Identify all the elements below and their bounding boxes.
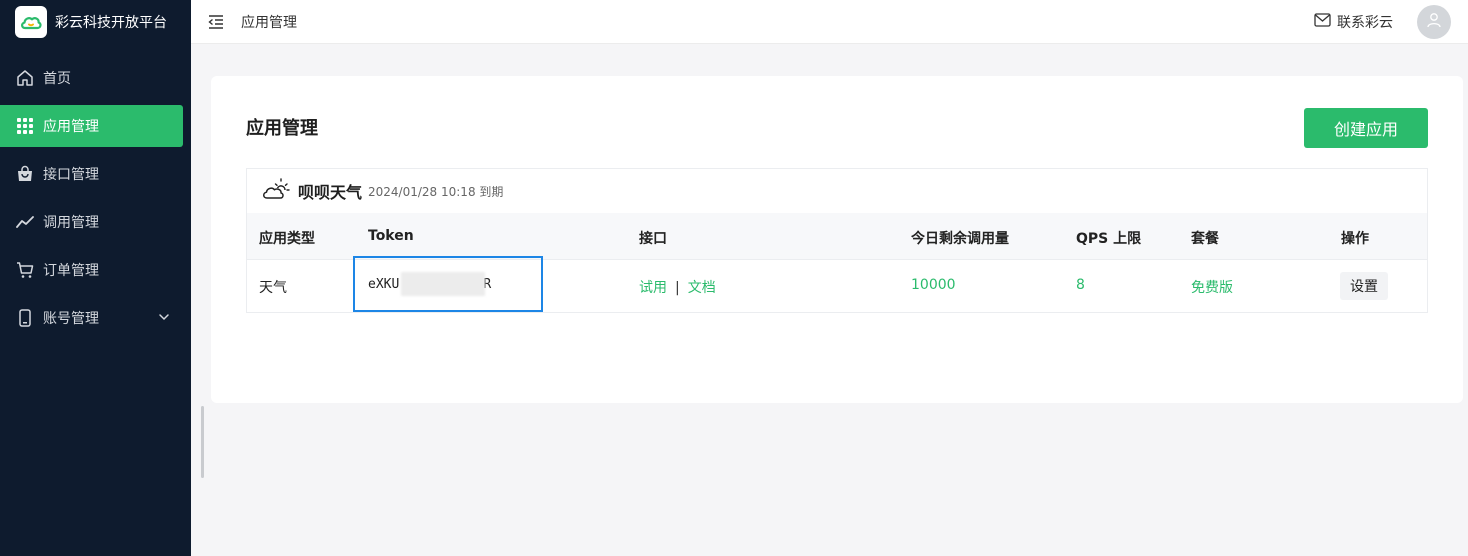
column-header-qps: QPS 上限 — [1076, 231, 1142, 247]
column-header-plan: 套餐 — [1191, 231, 1219, 247]
column-header-type: 应用类型 — [259, 231, 315, 247]
cell-type: 天气 — [259, 280, 287, 296]
brand-name: 彩云科技开放平台 — [55, 15, 167, 31]
sidebar-item-call-management[interactable]: 调用管理 — [0, 201, 183, 243]
sidebar-item-label: 首页 — [43, 71, 71, 87]
cell-api: 试用 | 文档 — [639, 277, 716, 297]
sidebar-item-home[interactable]: 首页 — [0, 57, 183, 99]
bag-icon — [16, 165, 34, 183]
token-mask — [401, 272, 486, 296]
sidebar-item-account-management[interactable]: 账号管理 — [0, 297, 183, 339]
settings-button[interactable]: 设置 — [1340, 272, 1388, 300]
chevron-down-icon — [157, 310, 171, 328]
token-field[interactable]: eXKU R — [353, 256, 543, 312]
home-icon — [16, 69, 34, 87]
sidebar: 彩云科技开放平台 首页 应用管理 接口管理 调用管理 订单管理 账号管理 — [0, 0, 191, 556]
cloud-logo-icon — [15, 6, 47, 38]
breadcrumb[interactable]: 应用管理 — [241, 12, 297, 32]
content-card: 应用管理 创建应用 呗呗天气 2024/01/28 10:18 到期 应用类型 … — [211, 76, 1463, 403]
sidebar-menu: 首页 应用管理 接口管理 调用管理 订单管理 账号管理 — [0, 57, 191, 345]
weather-cloud-icon — [261, 177, 291, 205]
trend-icon — [16, 213, 34, 231]
cart-icon — [16, 261, 34, 279]
sidebar-item-label: 接口管理 — [43, 167, 99, 183]
top-header: 应用管理 联系彩云 — [191, 0, 1468, 44]
sidebar-item-label: 订单管理 — [43, 263, 99, 279]
column-header-action: 操作 — [1341, 231, 1369, 247]
sidebar-item-api-management[interactable]: 接口管理 — [0, 153, 183, 195]
column-header-token: Token — [368, 228, 414, 244]
app-expiry: 2024/01/28 10:18 到期 — [368, 184, 504, 199]
scrollbar-thumb[interactable] — [201, 406, 204, 478]
menu-fold-icon[interactable] — [207, 13, 225, 31]
brand[interactable]: 彩云科技开放平台 — [0, 0, 191, 44]
create-app-button[interactable]: 创建应用 — [1304, 108, 1428, 148]
cell-plan: 免费版 — [1191, 280, 1233, 296]
page-title: 应用管理 — [246, 118, 318, 139]
app-panel: 呗呗天气 2024/01/28 10:18 到期 应用类型 Token 接口 今… — [246, 168, 1428, 313]
docs-link[interactable]: 文档 — [688, 280, 716, 296]
sidebar-item-label: 调用管理 — [43, 215, 99, 231]
contact-link[interactable]: 联系彩云 — [1314, 12, 1393, 32]
cell-remaining-calls: 10000 — [911, 277, 956, 293]
token-prefix: eXKU — [368, 276, 400, 292]
sidebar-item-order-management[interactable]: 订单管理 — [0, 249, 183, 291]
link-separator: | — [675, 280, 680, 296]
table-row: 天气 eXKU R 试用 | 文档 10000 8 免费版 设置 — [247, 256, 1427, 312]
phone-icon — [16, 309, 34, 327]
user-icon — [1426, 12, 1442, 32]
try-link[interactable]: 试用 — [639, 280, 667, 296]
sidebar-item-app-management[interactable]: 应用管理 — [0, 105, 183, 147]
avatar[interactable] — [1417, 5, 1451, 39]
mail-icon — [1314, 13, 1331, 31]
table-header: 应用类型 Token 接口 今日剩余调用量 QPS 上限 套餐 操作 — [247, 213, 1427, 260]
sidebar-item-label: 账号管理 — [43, 311, 99, 327]
contact-label: 联系彩云 — [1337, 15, 1393, 31]
column-header-remaining: 今日剩余调用量 — [911, 231, 1009, 247]
cell-qps-limit: 8 — [1076, 277, 1085, 293]
column-header-api: 接口 — [639, 231, 667, 247]
sidebar-item-label: 应用管理 — [43, 119, 99, 135]
grid-icon — [16, 117, 34, 135]
app-header: 呗呗天气 2024/01/28 10:18 到期 — [247, 169, 1427, 213]
app-name: 呗呗天气 — [298, 183, 363, 202]
